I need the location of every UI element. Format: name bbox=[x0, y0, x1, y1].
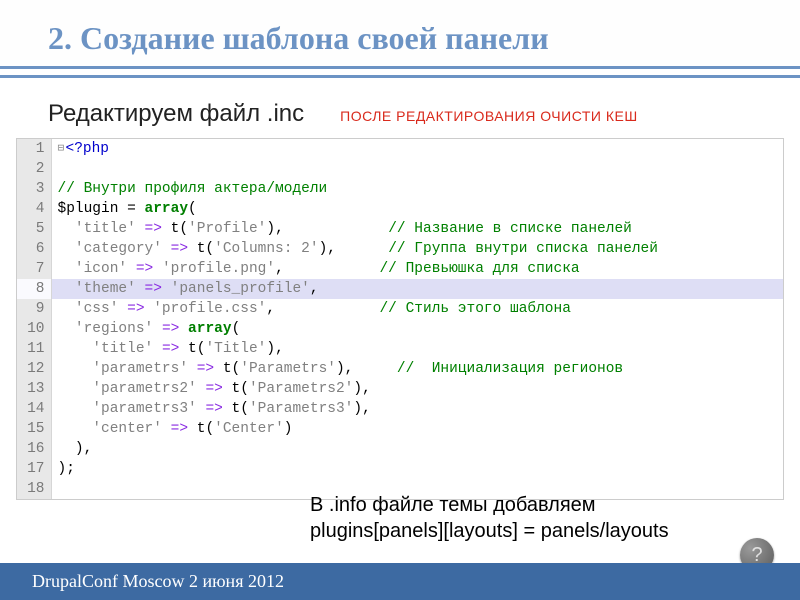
code-line: 14 'parametrs3' => t('Parametrs3'), bbox=[17, 399, 783, 419]
code-line: 17); bbox=[17, 459, 783, 479]
code-line: 8 'theme' => 'panels_profile', bbox=[17, 279, 783, 299]
line-number: 16 bbox=[17, 439, 51, 459]
fold-marker-icon[interactable]: ⊟ bbox=[58, 139, 66, 159]
code-content: $plugin = array( bbox=[51, 199, 783, 219]
code-line: 4$plugin = array( bbox=[17, 199, 783, 219]
line-number: 4 bbox=[17, 199, 51, 219]
code-line: 15 'center' => t('Center') bbox=[17, 419, 783, 439]
code-content: // Внутри профиля актера/модели bbox=[51, 179, 783, 199]
line-number: 10 bbox=[17, 319, 51, 339]
code-line: 2 bbox=[17, 159, 783, 179]
line-number: 2 bbox=[17, 159, 51, 179]
sub-warning: ПОСЛЕ РЕДАКТИРОВАНИЯ ОЧИСТИ КЕШ bbox=[340, 108, 638, 124]
footer: DrupalConf Moscow 2 июня 2012 bbox=[0, 563, 800, 600]
code-content: 'category' => t('Columns: 2'), // Группа… bbox=[51, 239, 783, 259]
line-number: 8 bbox=[17, 279, 51, 299]
code-line: 13 'parametrs2' => t('Parametrs2'), bbox=[17, 379, 783, 399]
line-number: 12 bbox=[17, 359, 51, 379]
code-content: 'title' => t('Profile'), // Название в с… bbox=[51, 219, 783, 239]
line-number: 1 bbox=[17, 139, 51, 159]
code-content: ), bbox=[51, 439, 783, 459]
line-number: 18 bbox=[17, 479, 51, 499]
line-number: 14 bbox=[17, 399, 51, 419]
line-number: 3 bbox=[17, 179, 51, 199]
code-content: 'theme' => 'panels_profile', bbox=[51, 279, 783, 299]
line-number: 7 bbox=[17, 259, 51, 279]
code-editor: 1⊟<?php23// Внутри профиля актера/модели… bbox=[16, 138, 784, 500]
code-line: 9 'css' => 'profile.css', // Стиль этого… bbox=[17, 299, 783, 319]
overlay-note: В .info файле темы добавляем plugins[pan… bbox=[310, 492, 669, 544]
code-content bbox=[51, 159, 783, 179]
code-content: 'parametrs2' => t('Parametrs2'), bbox=[51, 379, 783, 399]
code-content: 'icon' => 'profile.png', // Превьюшка дл… bbox=[51, 259, 783, 279]
line-number: 5 bbox=[17, 219, 51, 239]
line-number: 13 bbox=[17, 379, 51, 399]
overlay-note-line2: plugins[panels][layouts] = panels/layout… bbox=[310, 518, 669, 544]
code-content: 'css' => 'profile.css', // Стиль этого ш… bbox=[51, 299, 783, 319]
code-line: 12 'parametrs' => t('Parametrs'), // Ини… bbox=[17, 359, 783, 379]
code-line: 3// Внутри профиля актера/модели bbox=[17, 179, 783, 199]
code-content: 'regions' => array( bbox=[51, 319, 783, 339]
code-line: 7 'icon' => 'profile.png', // Превьюшка … bbox=[17, 259, 783, 279]
footer-text: DrupalConf Moscow 2 июня 2012 bbox=[32, 571, 284, 591]
code-line: 6 'category' => t('Columns: 2'), // Груп… bbox=[17, 239, 783, 259]
code-content: 'parametrs' => t('Parametrs'), // Инициа… bbox=[51, 359, 783, 379]
code-line: 16 ), bbox=[17, 439, 783, 459]
slide-title: 2. Создание шаблона своей панели bbox=[48, 18, 760, 58]
code-content: ); bbox=[51, 459, 783, 479]
code-content: 'center' => t('Center') bbox=[51, 419, 783, 439]
code-line: 5 'title' => t('Profile'), // Название в… bbox=[17, 219, 783, 239]
line-number: 6 bbox=[17, 239, 51, 259]
code-content: 'title' => t('Title'), bbox=[51, 339, 783, 359]
code-content: 'parametrs3' => t('Parametrs3'), bbox=[51, 399, 783, 419]
line-number: 17 bbox=[17, 459, 51, 479]
code-line: 10 'regions' => array( bbox=[17, 319, 783, 339]
line-number: 9 bbox=[17, 299, 51, 319]
overlay-note-line1: В .info файле темы добавляем bbox=[310, 492, 669, 518]
code-line: 11 'title' => t('Title'), bbox=[17, 339, 783, 359]
title-area: 2. Создание шаблона своей панели bbox=[0, 0, 800, 66]
code-line: 1⊟<?php bbox=[17, 139, 783, 159]
line-number: 11 bbox=[17, 339, 51, 359]
sub-title: Редактируем файл .inc bbox=[48, 100, 304, 128]
code-content: ⊟<?php bbox=[51, 139, 783, 159]
line-number: 15 bbox=[17, 419, 51, 439]
sub-header: Редактируем файл .inc ПОСЛЕ РЕДАКТИРОВАН… bbox=[0, 78, 800, 138]
slide: 2. Создание шаблона своей панели Редакти… bbox=[0, 0, 800, 600]
